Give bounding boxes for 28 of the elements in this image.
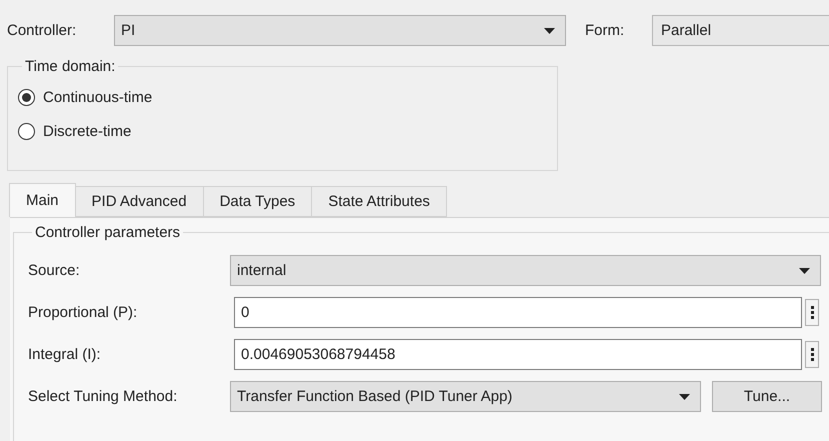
radio-label: Discrete-time	[43, 123, 132, 140]
more-button[interactable]	[805, 299, 819, 326]
input-field[interactable]: 0	[234, 297, 802, 328]
tuning-method-dropdown[interactable]: Transfer Function Based (PID Tuner App)	[230, 381, 701, 412]
tab[interactable]: PID Advanced	[74, 186, 204, 217]
controller-dropdown[interactable]: PI	[114, 15, 566, 46]
caret-icon	[799, 268, 810, 274]
tab[interactable]: State Attributes	[311, 186, 447, 217]
tab[interactable]: Main	[9, 183, 76, 217]
caret-icon	[544, 28, 555, 34]
field-label: Proportional (P):	[28, 304, 138, 321]
caret-icon	[679, 394, 690, 400]
source-dropdown[interactable]: internal	[230, 255, 821, 286]
radio-button[interactable]	[18, 89, 35, 106]
group-title: Time domain:	[24, 58, 116, 75]
form-field[interactable]: Parallel	[652, 15, 829, 46]
input-field[interactable]: 0.00469053068794458	[234, 339, 802, 370]
radio-label: Continuous-time	[43, 89, 152, 106]
field-label: Select Tuning Method:	[28, 388, 178, 405]
field-label: Source:	[28, 262, 81, 279]
tab[interactable]: Data Types	[202, 186, 312, 217]
group-title: Controller parameters	[34, 224, 182, 241]
tune-button[interactable]: Tune...	[712, 381, 822, 412]
field-label: Integral (I):	[28, 346, 102, 363]
form-label: Form:	[585, 22, 626, 39]
more-button[interactable]	[805, 341, 819, 368]
radio-button[interactable]	[18, 123, 35, 140]
controller-label: Controller:	[7, 22, 78, 39]
